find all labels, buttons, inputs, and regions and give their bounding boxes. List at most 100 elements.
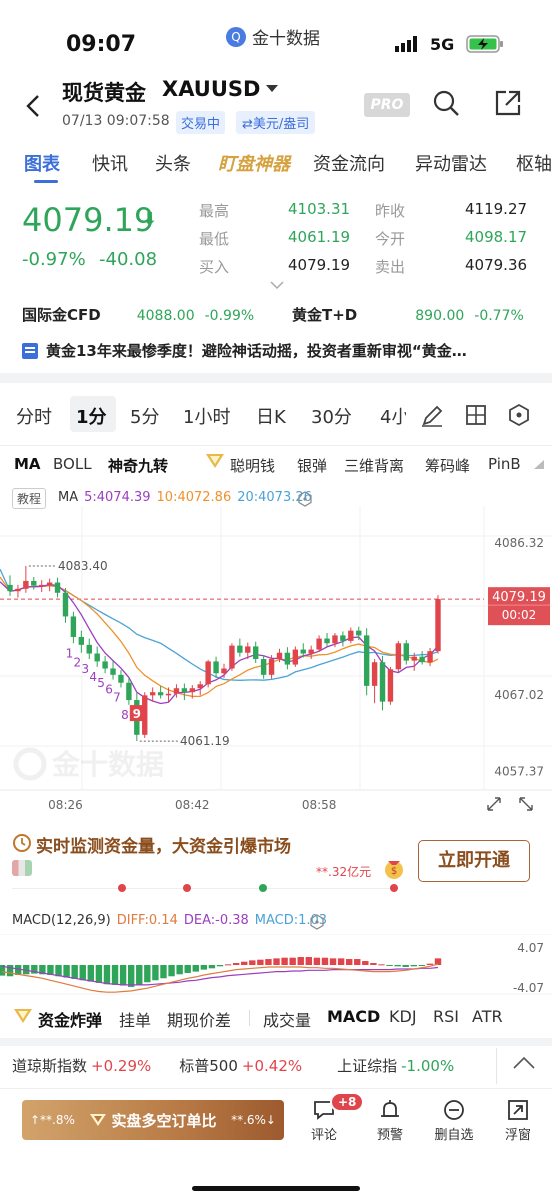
symbol-selector[interactable]: XAUUSD [162, 77, 279, 101]
timeframe-30min[interactable]: 30分 [311, 403, 352, 429]
candle [15, 584, 21, 598]
ma-legend: MA 5:4074.39 10:4072.86 20:4073.26 [58, 490, 312, 505]
battery-icon [466, 34, 506, 54]
section-divider [0, 1038, 552, 1046]
related-cfd-name: 国际金CFD [22, 306, 101, 324]
order-ratio-right: **.6%↓ [231, 1113, 276, 1127]
macd-bar [410, 965, 417, 967]
bottom-ind-macd[interactable]: MACD [327, 1007, 380, 1026]
candle-body [348, 630, 354, 641]
back-button[interactable] [22, 92, 46, 120]
indicator-boll[interactable]: BOLL [53, 455, 92, 473]
fullscreen-button[interactable] [487, 797, 501, 811]
high-marker-label: 4083.40 [58, 559, 108, 573]
alert-button[interactable]: 预警 [370, 1096, 410, 1152]
reset-zoom-button[interactable] [519, 797, 533, 811]
search-icon [433, 90, 459, 116]
indicator-chip-peak[interactable]: 筹码峰 [425, 455, 470, 476]
caret-down-icon [266, 85, 279, 92]
comment-label: 评论 [310, 1128, 337, 1143]
home-indicator [192, 1186, 360, 1191]
stat-high-label: 最高 [199, 202, 230, 220]
candle-body [419, 656, 425, 663]
related-cfd[interactable]: 国际金CFD 4088.00 -0.99% [22, 304, 254, 325]
tab-headlines[interactable]: 头条 [155, 150, 191, 176]
ma-settings-button[interactable] [298, 491, 312, 507]
order-ratio-left: ↑**.8% [30, 1113, 75, 1127]
indicator-divergence[interactable]: 三维背离 [344, 455, 404, 476]
candle-body [197, 684, 203, 689]
indicator-ma[interactable]: MA [14, 455, 41, 473]
candle [292, 646, 299, 667]
bottom-ind-orders[interactable]: 挂单 [119, 1007, 151, 1031]
candle-body [23, 580, 29, 589]
bottom-ind-volume[interactable]: 成交量 [263, 1007, 311, 1031]
tab-pivot[interactable]: 枢轴 [516, 150, 552, 176]
candle-body [356, 630, 362, 636]
macd-bar [313, 957, 321, 965]
bottom-ind-atr[interactable]: ATR [472, 1007, 503, 1026]
search-button[interactable] [432, 89, 460, 117]
tab-monitor[interactable]: 盯盘神器 [218, 150, 290, 176]
candle [54, 577, 61, 598]
timeframe-1min[interactable]: 1分 [76, 403, 107, 429]
bottom-ind-basis[interactable]: 期现价差 [167, 1007, 231, 1031]
candle-body [15, 588, 21, 592]
related-td[interactable]: 黄金T+D 890.00 -0.77% [292, 304, 524, 325]
unit-toggle[interactable]: ⇄美元/盎司 [236, 111, 316, 134]
indicator-pinbar[interactable]: PinB [488, 455, 526, 473]
x-tick-label: 08:42 [175, 798, 210, 812]
indicator-smart-money[interactable]: 聪明钱 [230, 455, 275, 476]
float-window-button[interactable]: 浮窗 [498, 1096, 538, 1152]
expand-quote-button[interactable] [270, 281, 284, 290]
candle-body [268, 659, 275, 675]
candle [94, 646, 100, 667]
timeframe-4h[interactable]: 4小 [380, 403, 406, 429]
timeframe-intraday[interactable]: 分时 [16, 403, 52, 429]
tab-chart[interactable]: 图表 [24, 150, 60, 176]
layout-button[interactable] [465, 404, 487, 426]
indicator-dropdown[interactable] [530, 458, 546, 470]
tab-fund-flow[interactable]: 资金流向 [313, 150, 385, 176]
candle-body [371, 662, 378, 686]
macd-bar [321, 957, 329, 965]
macd-bar [184, 965, 191, 973]
draw-tool-button[interactable] [420, 404, 444, 428]
indicator-silver-bullet[interactable]: 银弹 [297, 455, 327, 476]
related-cfd-pct: -0.99% [204, 308, 255, 324]
tab-radar[interactable]: 异动雷达 [415, 150, 487, 176]
bottom-ind-fund-bomb[interactable]: 资金炸弹 [38, 1007, 102, 1031]
bottom-ind-kdj[interactable]: KDJ [389, 1007, 417, 1026]
candle-body [46, 582, 53, 585]
macd-settings-button[interactable] [310, 914, 324, 930]
share-button[interactable] [494, 89, 522, 117]
ticker-collapse-button[interactable] [512, 1056, 536, 1070]
indicator-td9[interactable]: 神奇九转 [108, 455, 168, 476]
tab-flash[interactable]: 快讯 [92, 150, 128, 176]
timeline-dot [390, 884, 398, 892]
y-tick-label: 4086.32 [494, 536, 544, 550]
candlestick-chart[interactable]: 金十数据 4086.32 4067.02 4057.37 08:26 08:42 08:… [0, 506, 552, 826]
macd-bar [144, 965, 151, 983]
td-count-label: 8 [121, 708, 129, 722]
stat-high-value: 4103.31 [288, 200, 351, 218]
bottom-ind-rsi[interactable]: RSI [433, 1007, 459, 1026]
timeframe-5min[interactable]: 5分 [130, 403, 159, 429]
promo-banner[interactable]: 实时监测资金量，大资金引爆市场 **.32亿元 $ 立即开通 [0, 826, 552, 902]
open-now-button[interactable]: 立即开通 [418, 840, 530, 882]
order-ratio-banner[interactable]: ↑**.8% 实盘多空订单比 **.6%↓ [22, 1100, 284, 1140]
timeframe-daily[interactable]: 日K [256, 403, 286, 429]
news-ticker[interactable]: 黄金13年来最惨季度！避险神话动摇，投资者重新审视“黄金… [22, 340, 532, 361]
macd-bar [168, 965, 175, 977]
macd-chart[interactable]: 4.07 -4.07 [0, 934, 552, 998]
chart-settings-button[interactable] [508, 403, 530, 427]
remove-watchlist-button[interactable]: 删自选 [428, 1096, 480, 1152]
fund-bomb-vip-icon [12, 1007, 34, 1027]
market-ticker[interactable]: 道琼斯指数 +0.29% 标普500 +0.42% 上证综指 -1.00% [12, 1055, 454, 1076]
y-tick-label: 4067.02 [494, 688, 544, 702]
current-price-tag: 4079.19 00:02 [488, 587, 550, 626]
share-icon [495, 90, 521, 116]
timeframe-1h[interactable]: 1小时 [183, 403, 230, 429]
pro-badge[interactable]: PRO [364, 93, 410, 117]
vip-diamond-icon [90, 1114, 107, 1126]
